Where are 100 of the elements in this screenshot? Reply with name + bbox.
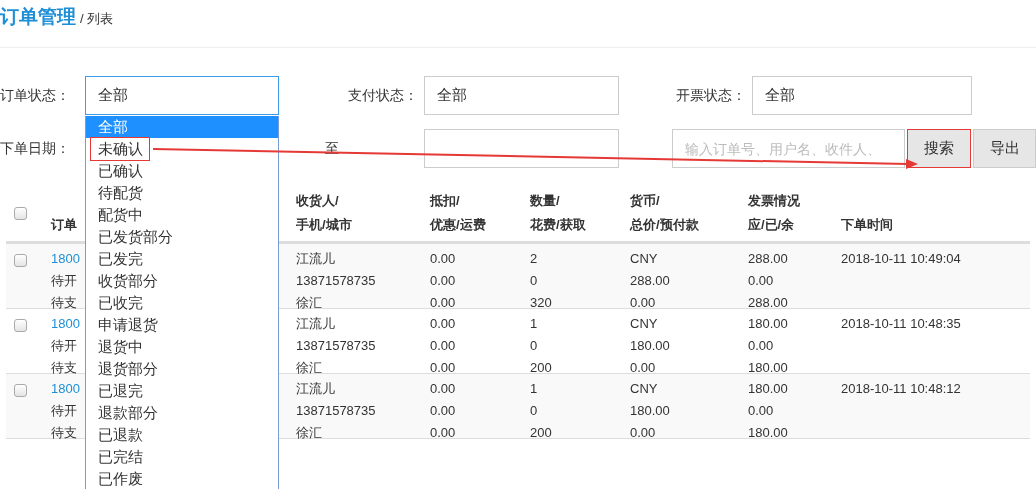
table-cell-text: CNY	[630, 315, 658, 333]
table-cell-text: 288.00	[748, 250, 788, 268]
table-cell-text: 1	[530, 315, 538, 333]
select-field[interactable]: 全部	[424, 76, 619, 115]
page-title: 订单管理	[0, 5, 76, 29]
table-cell-text: 0.00	[430, 402, 456, 420]
date-field[interactable]	[424, 129, 619, 168]
column-header: 数量/	[530, 192, 560, 210]
table-cell-text: 0.00	[748, 272, 774, 290]
dropdown-option[interactable]: 配货中	[86, 204, 278, 226]
table-cell-text: 0	[530, 337, 538, 355]
dropdown-option[interactable]: 已发货部分	[86, 226, 278, 248]
dropdown-option[interactable]: 已退完	[86, 380, 278, 402]
column-header: 抵扣/	[430, 192, 460, 210]
table-cell-text: 180.00	[748, 359, 788, 377]
export-button[interactable]: 导出	[973, 129, 1036, 168]
table-cell-text: 0.00	[430, 315, 456, 333]
table-cell-text: 0	[530, 272, 538, 290]
dropdown-option[interactable]: 已完结	[86, 446, 278, 468]
table-cell-text: 200	[530, 424, 552, 442]
dropdown-option[interactable]: 已作废	[86, 468, 278, 489]
column-header: 优惠/运费	[430, 216, 486, 234]
table-cell-text: 0.00	[430, 272, 456, 290]
column-header: 订单	[51, 216, 77, 234]
column-header: 应/已/余	[748, 216, 795, 234]
dropdown-option[interactable]: 已确认	[86, 160, 278, 182]
table-cell-text: 徐汇	[296, 424, 322, 442]
table-cell-text: 13871578735	[296, 337, 376, 355]
table-cell-text: 0.00	[430, 359, 456, 377]
table-cell-text: 13871578735	[296, 272, 376, 290]
dropdown-option[interactable]: 申请退货	[86, 314, 278, 336]
table-cell-text: 13871578735	[296, 402, 376, 420]
table-cell-text: 0	[530, 402, 538, 420]
dropdown-option[interactable]: 已退款	[86, 424, 278, 446]
table-cell-text: 待开	[51, 402, 77, 420]
table-cell-text: 2018-10-11 10:48:35	[841, 315, 961, 333]
dropdown-option[interactable]: 已收完	[86, 292, 278, 314]
dropdown-option[interactable]: 退货部分	[86, 358, 278, 380]
table-cell-text: 江流儿	[296, 380, 335, 398]
table-cell-text: 江流儿	[296, 315, 335, 333]
table-cell-text: 待支	[51, 359, 77, 377]
table-cell-text: 288.00	[630, 272, 670, 290]
table-cell-text: 0.00	[630, 359, 656, 377]
date-label: 下单日期：	[0, 139, 71, 158]
table-cell-text: 180.00	[748, 424, 788, 442]
checkbox[interactable]	[14, 206, 27, 220]
table-cell-text: 0.00	[430, 380, 456, 398]
table-cell-text: 0.00	[748, 402, 774, 420]
search-field[interactable]: 输入订单号、用户名、收件人、	[672, 129, 905, 168]
table-cell-text: 0.00	[630, 294, 656, 312]
table-cell-text: 待支	[51, 294, 77, 312]
table-cell-text: 2018-10-11 10:49:04	[841, 250, 961, 268]
dropdown-option[interactable]: 收货部分	[86, 270, 278, 292]
date-separator: 至	[323, 139, 340, 158]
table-cell-text: 徐汇	[296, 359, 322, 377]
filter-label: 订单状态：	[0, 86, 71, 105]
select-field[interactable]: 全部	[752, 76, 972, 115]
table-cell-text: 0.00	[630, 424, 656, 442]
table-cell-text: 0.00	[430, 294, 456, 312]
table-cell-text: 320	[530, 294, 552, 312]
filter-label: 支付状态：	[347, 86, 419, 105]
select-field[interactable]: 全部	[85, 76, 279, 115]
table-cell-text: 0.00	[430, 250, 456, 268]
table-cell-text: 180.00	[630, 337, 670, 355]
dropdown-option[interactable]: 待配货	[86, 182, 278, 204]
checkbox[interactable]	[14, 319, 27, 332]
column-header: 花费/获取	[530, 216, 586, 234]
table-cell-text: 200	[530, 359, 552, 377]
table-cell-text: 180.00	[748, 380, 788, 398]
table-cell-text: 待支	[51, 424, 77, 442]
table-cell-text: 180.00	[748, 315, 788, 333]
dropdown-option[interactable]: 未确认	[86, 138, 278, 160]
search-button[interactable]: 搜索	[907, 129, 971, 168]
table-cell-text: CNY	[630, 380, 658, 398]
checkbox[interactable]	[14, 254, 27, 267]
table-cell-text: 2	[530, 250, 538, 268]
table-cell-text: 徐汇	[296, 294, 322, 312]
table-cell-text: 0.00	[430, 337, 456, 355]
column-header: 收货人/	[296, 192, 339, 210]
column-header: 总价/预付款	[630, 216, 699, 234]
order-link[interactable]: 1800	[51, 313, 80, 335]
table-cell-text: 288.00	[748, 294, 788, 312]
table-cell-text: 0.00	[430, 424, 456, 442]
table-cell-text: 待开	[51, 272, 77, 290]
table-cell-text: 180.00	[630, 402, 670, 420]
table-cell-text: 待开	[51, 337, 77, 355]
table-cell-text: 2018-10-11 10:48:12	[841, 380, 961, 398]
column-header: 手机/城市	[296, 216, 352, 234]
column-header: 发票情况	[748, 192, 800, 210]
checkbox[interactable]	[14, 384, 27, 397]
dropdown-option[interactable]: 已发完	[86, 248, 278, 270]
column-header: 下单时间	[841, 216, 893, 234]
table-cell-text: 0.00	[748, 337, 774, 355]
table-cell-text: 江流儿	[296, 250, 335, 268]
breadcrumb-current: / 列表	[80, 10, 114, 28]
table-cell-text: 1	[530, 380, 538, 398]
column-header: 货币/	[630, 192, 660, 210]
dropdown-option[interactable]: 退货中	[86, 336, 278, 358]
table-cell-text: CNY	[630, 250, 658, 268]
dropdown-option[interactable]: 退款部分	[86, 402, 278, 424]
